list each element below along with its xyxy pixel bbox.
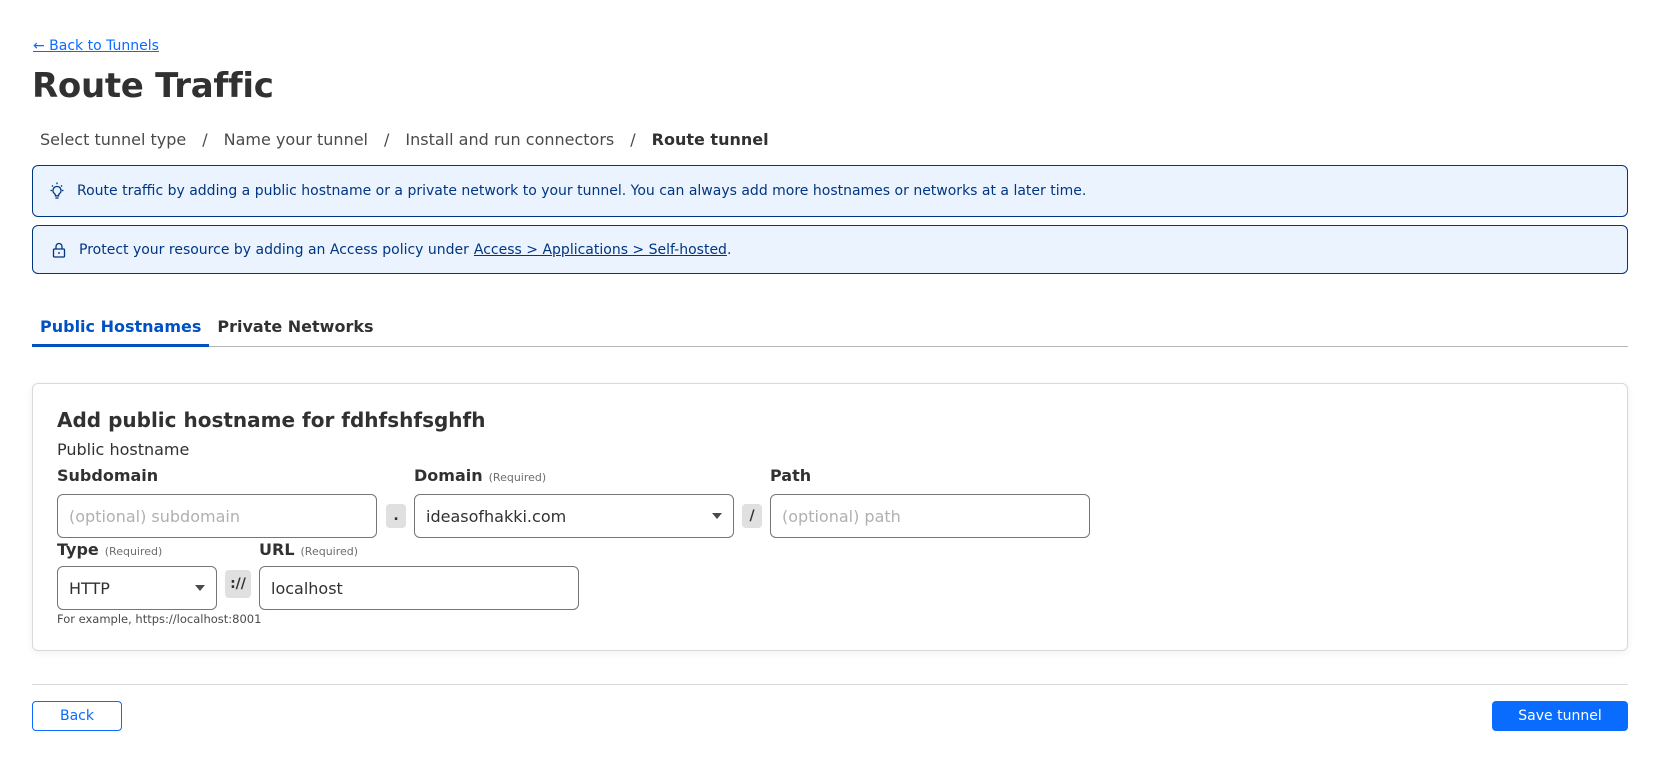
tabs: Public Hostnames Private Networks xyxy=(32,315,1628,347)
lightbulb-icon xyxy=(47,181,67,201)
page-title: Route Traffic xyxy=(32,66,274,106)
lock-icon xyxy=(49,240,69,260)
type-label: Type (Required) xyxy=(57,540,162,559)
card-title: Add public hostname for fdhfshfsghfh xyxy=(57,408,486,432)
step-name-your-tunnel: Name your tunnel xyxy=(223,130,368,149)
save-tunnel-button[interactable]: Save tunnel xyxy=(1492,701,1628,731)
subdomain-label: Subdomain xyxy=(57,466,158,485)
url-label-text: URL xyxy=(259,540,295,559)
step-select-tunnel-type: Select tunnel type xyxy=(40,130,187,149)
domain-required-tag: (Required) xyxy=(488,471,547,484)
chevron-down-icon xyxy=(712,513,722,519)
url-label: URL (Required) xyxy=(259,540,358,559)
step-separator: / xyxy=(630,130,636,149)
access-banner-suffix: . xyxy=(726,241,732,258)
type-label-text: Type xyxy=(57,540,99,559)
chevron-down-icon xyxy=(195,585,205,591)
tab-private-networks[interactable]: Private Networks xyxy=(209,315,381,347)
back-button[interactable]: Back xyxy=(32,701,122,731)
access-banner-text: Protect your resource by adding an Acces… xyxy=(79,241,469,258)
info-banner-text: Route traffic by adding a public hostnam… xyxy=(77,183,1087,199)
back-to-tunnels-link[interactable]: ← Back to Tunnels xyxy=(33,38,159,54)
path-label: Path xyxy=(770,466,811,485)
step-separator: / xyxy=(384,130,390,149)
scheme-joiner: :// xyxy=(225,570,251,598)
step-route-tunnel: Route tunnel xyxy=(651,130,769,149)
tab-public-hostnames[interactable]: Public Hostnames xyxy=(32,315,210,347)
path-input[interactable] xyxy=(770,494,1090,538)
type-select-value: HTTP xyxy=(69,578,110,598)
section-label: Public hostname xyxy=(57,440,190,459)
access-banner: Protect your resource by adding an Acces… xyxy=(32,225,1628,274)
url-input[interactable] xyxy=(259,566,579,610)
slash-joiner: / xyxy=(742,504,762,528)
domain-select-value: ideasofhakki.com xyxy=(426,506,567,526)
dot-joiner: . xyxy=(386,504,406,528)
subdomain-label-text: Subdomain xyxy=(57,466,159,485)
step-separator: / xyxy=(202,130,208,149)
public-hostname-card: Add public hostname for fdhfshfsghfh Pub… xyxy=(32,383,1628,651)
step-install-connectors: Install and run connectors xyxy=(405,130,615,149)
domain-label-text: Domain xyxy=(414,466,483,485)
domain-label: Domain (Required) xyxy=(414,466,546,485)
url-required-tag: (Required) xyxy=(300,545,359,558)
domain-select[interactable]: ideasofhakki.com xyxy=(414,494,734,538)
subdomain-input[interactable] xyxy=(57,494,377,538)
path-label-text: Path xyxy=(770,466,812,485)
type-required-tag: (Required) xyxy=(104,545,163,558)
access-self-hosted-link[interactable]: Access > Applications > Self-hosted xyxy=(474,242,727,258)
wizard-steps: Select tunnel type / Name your tunnel / … xyxy=(40,130,769,149)
type-select[interactable]: HTTP xyxy=(57,566,217,610)
url-helper-text: For example, https://localhost:8001 xyxy=(57,612,262,626)
footer-divider xyxy=(32,684,1628,685)
info-banner: Route traffic by adding a public hostnam… xyxy=(32,165,1628,217)
